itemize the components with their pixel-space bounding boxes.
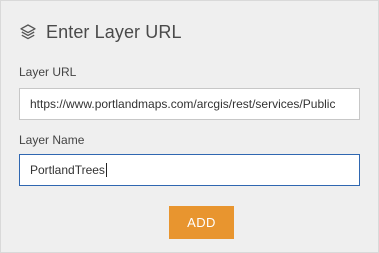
- layer-name-input[interactable]: PortlandTrees: [19, 154, 360, 186]
- panel-title: Enter Layer URL: [46, 21, 182, 42]
- layer-name-label: Layer Name: [19, 133, 85, 147]
- add-layer-panel: Enter Layer URL Layer URL https://www.po…: [0, 0, 379, 253]
- layer-name-value: PortlandTrees: [30, 163, 105, 177]
- panel-header: Enter Layer URL: [19, 18, 182, 46]
- layer-url-input[interactable]: https://www.portlandmaps.com/arcgis/rest…: [19, 88, 360, 120]
- layers-icon: [19, 23, 37, 41]
- add-button[interactable]: ADD: [169, 206, 234, 239]
- layer-url-label: Layer URL: [19, 65, 77, 79]
- text-caret: [105, 163, 107, 177]
- layer-url-value: https://www.portlandmaps.com/arcgis/rest…: [30, 97, 336, 111]
